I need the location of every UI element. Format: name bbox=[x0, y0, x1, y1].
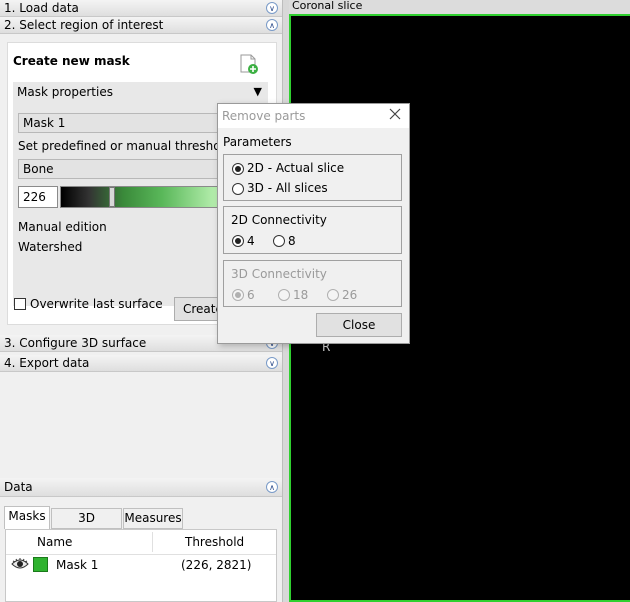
overwrite-checkbox[interactable] bbox=[14, 298, 26, 310]
dialog-title: Remove parts bbox=[222, 109, 306, 123]
chevron-down-icon[interactable]: ∨ bbox=[266, 2, 278, 14]
column-header-name[interactable]: Name bbox=[37, 535, 72, 549]
threshold-min-input[interactable]: 226 bbox=[18, 186, 58, 208]
close-icon[interactable] bbox=[388, 107, 402, 121]
chevron-up-icon[interactable]: ∧ bbox=[266, 19, 278, 31]
radio-3d-label: 3D - All slices bbox=[247, 181, 328, 195]
column-header-threshold[interactable]: Threshold bbox=[185, 535, 244, 549]
threshold-slider[interactable] bbox=[60, 186, 218, 208]
section-data[interactable]: Data ∧ bbox=[0, 478, 282, 497]
tab-measures[interactable]: Measures bbox=[123, 508, 183, 529]
section-load-data[interactable]: 1. Load data ∨ bbox=[0, 0, 282, 17]
eye-icon[interactable] bbox=[11, 557, 29, 574]
connectivity-2d-label: 2D Connectivity bbox=[231, 213, 327, 227]
manual-edition-label[interactable]: Manual edition bbox=[18, 220, 107, 234]
section-export-data-label: 4. Export data bbox=[4, 356, 90, 370]
mask-threshold-cell: (226, 2821) bbox=[181, 558, 252, 572]
create-new-mask-title: Create new mask bbox=[13, 54, 130, 68]
radio-conn2d-8-label: 8 bbox=[288, 234, 296, 248]
section-load-data-label: 1. Load data bbox=[4, 1, 79, 15]
tab-3d-surfaces[interactable]: 3D surfaces bbox=[51, 508, 122, 544]
radio-conn3d-18[interactable] bbox=[278, 289, 290, 301]
dialog-titlebar[interactable]: Remove parts bbox=[218, 104, 409, 128]
section-select-roi[interactable]: 2. Select region of interest ∧ bbox=[0, 17, 282, 34]
radio-conn3d-18-label: 18 bbox=[293, 288, 309, 302]
slider-handle[interactable] bbox=[109, 187, 115, 207]
section-data-label: Data bbox=[4, 480, 33, 494]
threshold-label: Set predefined or manual threshold: bbox=[18, 139, 236, 153]
section-select-roi-label: 2. Select region of interest bbox=[4, 18, 164, 32]
radio-2d-actual-slice[interactable] bbox=[232, 163, 244, 175]
connectivity-3d-group: 3D Connectivity 6 18 26 bbox=[223, 260, 402, 307]
radio-conn2d-4-label: 4 bbox=[247, 234, 255, 248]
masks-table: Name Threshold Mask 1 (226, 2821) bbox=[5, 529, 277, 602]
connectivity-2d-group: 2D Connectivity 4 8 bbox=[223, 206, 402, 254]
remove-parts-dialog: Remove parts Parameters 2D - Actual slic… bbox=[217, 103, 410, 344]
threshold-preset-value: Bone bbox=[23, 162, 54, 176]
table-row[interactable]: Mask 1 (226, 2821) bbox=[6, 555, 276, 575]
radio-2d-label: 2D - Actual slice bbox=[247, 161, 345, 175]
mask-properties-label: Mask properties bbox=[17, 85, 113, 99]
radio-conn3d-26[interactable] bbox=[327, 289, 339, 301]
chevron-down-icon[interactable]: ∨ bbox=[266, 357, 278, 369]
viewer-title: Coronal slice bbox=[289, 0, 630, 14]
section-configure-3d-label: 3. Configure 3D surface bbox=[4, 336, 147, 350]
close-button[interactable]: Close bbox=[316, 313, 402, 337]
threshold-preset-select[interactable]: Bone bbox=[18, 159, 218, 179]
dropdown-arrow-icon[interactable]: ▼ bbox=[254, 85, 262, 98]
radio-3d-all-slices[interactable] bbox=[232, 183, 244, 195]
table-header: Name Threshold bbox=[6, 530, 276, 555]
parameters-label: Parameters bbox=[223, 135, 292, 149]
watershed-label[interactable]: Watershed bbox=[18, 240, 82, 254]
mask-color-swatch[interactable] bbox=[33, 557, 48, 572]
mask-select[interactable]: Mask 1 bbox=[18, 113, 218, 133]
mask-select-value: Mask 1 bbox=[23, 116, 66, 130]
connectivity-3d-label: 3D Connectivity bbox=[231, 267, 327, 281]
section-export-data[interactable]: 4. Export data ∨ bbox=[0, 355, 282, 372]
radio-conn3d-6[interactable] bbox=[232, 289, 244, 301]
new-mask-icon[interactable] bbox=[238, 53, 260, 75]
radio-conn3d-6-label: 6 bbox=[247, 288, 255, 302]
radio-conn2d-4[interactable] bbox=[232, 235, 244, 247]
column-divider bbox=[152, 532, 153, 552]
radio-conn2d-8[interactable] bbox=[273, 235, 285, 247]
tab-masks[interactable]: Masks bbox=[4, 506, 50, 529]
radio-conn3d-26-label: 26 bbox=[342, 288, 358, 302]
mode-group: 2D - Actual slice 3D - All slices bbox=[223, 154, 402, 201]
chevron-up-icon[interactable]: ∧ bbox=[266, 481, 278, 493]
mask-name-cell: Mask 1 bbox=[56, 558, 99, 572]
overwrite-label: Overwrite last surface bbox=[30, 297, 163, 311]
